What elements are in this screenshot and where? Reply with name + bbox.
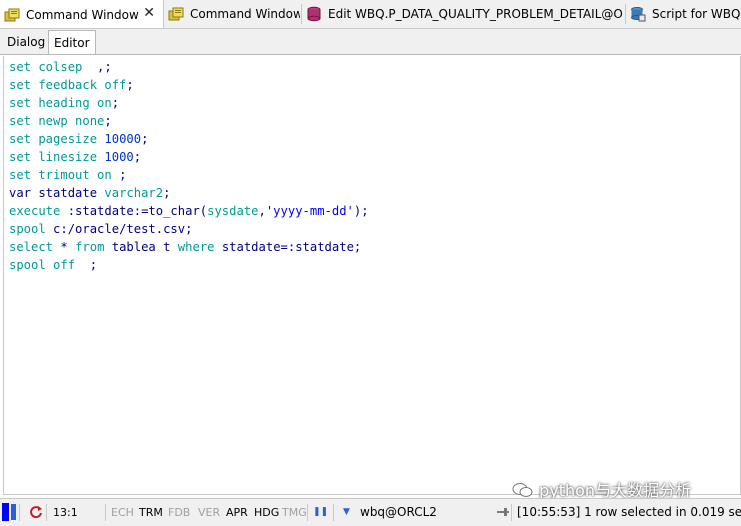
- toggle-trm[interactable]: TRM: [139, 499, 163, 526]
- code-lines: set colsep ,; set feedback off; set headin…: [9, 58, 369, 274]
- cursor-position: 13:1: [53, 506, 78, 519]
- code-token: spool: [9, 222, 54, 236]
- code-token: set pagesize: [9, 132, 105, 146]
- script-icon: [630, 6, 646, 22]
- code-token: ;: [126, 78, 134, 92]
- code-token: );: [353, 204, 369, 218]
- code-line[interactable]: execute :statdate:=to_char(sysdate,'yyyy…: [9, 202, 369, 220]
- code-line[interactable]: select * from tablea t where statdate=:s…: [9, 238, 369, 256]
- code-line[interactable]: set colsep ,;: [9, 58, 369, 76]
- wechat-icon: [512, 483, 533, 497]
- code-line[interactable]: set feedback off;: [9, 76, 369, 94]
- code-token: ;: [163, 186, 171, 200]
- toggle-ech[interactable]: ECH: [111, 499, 134, 526]
- sql-editor[interactable]: set colsep ,; set feedback off; set headin…: [3, 56, 741, 495]
- code-token: set colsep: [9, 60, 90, 74]
- tab-label: Edit WBQ.P_DATA_QUALITY_PROBLEM_DETAIL@O…: [328, 7, 624, 21]
- document-tab-strip: Command Window ✕ Command Window Edit WBQ…: [0, 0, 741, 29]
- tab-script[interactable]: Script for WBQ.P: [626, 0, 741, 28]
- connection-label[interactable]: wbq@ORCL2: [360, 499, 437, 526]
- toggle-fdb[interactable]: FDB: [168, 499, 190, 526]
- code-token: ,;: [89, 60, 112, 74]
- tab-dialog[interactable]: Dialog: [2, 32, 50, 53]
- view-tab-strip: Dialog Editor: [0, 29, 741, 55]
- code-token: set linesize: [9, 150, 105, 164]
- execution-indicator: [2, 503, 9, 521]
- code-token: 10000: [104, 132, 142, 146]
- code-token: ;: [119, 168, 127, 182]
- code-token: spool off: [9, 258, 76, 272]
- execution-indicator-secondary: [11, 504, 16, 520]
- status-bar: 13:1 ECH TRM FDB VER APR HDG TMG ❚❚ ▼ wb…: [0, 498, 741, 526]
- pin-icon[interactable]: [496, 499, 510, 526]
- code-token: statdate=:statdate;: [221, 240, 362, 254]
- tab-editor[interactable]: Editor: [48, 30, 96, 55]
- table-edit-icon: [306, 6, 322, 22]
- code-token: execute: [9, 204, 68, 218]
- code-token: set feedback off: [9, 78, 127, 92]
- code-token: select: [9, 240, 61, 254]
- code-token: where: [177, 240, 222, 254]
- code-token: :statdate:=to_char(: [67, 204, 208, 218]
- tab-label: Command Window: [190, 7, 300, 21]
- tab-command-window-2[interactable]: Command Window: [164, 0, 300, 28]
- code-token: ;: [133, 150, 142, 164]
- code-token: tablea t: [111, 240, 178, 254]
- code-token: ;: [111, 96, 120, 110]
- code-line[interactable]: set heading on;: [9, 94, 369, 112]
- command-window-icon: [4, 7, 20, 23]
- tab-label: Script for WBQ.P: [652, 7, 741, 21]
- refresh-icon[interactable]: [29, 499, 43, 526]
- code-token: var statdate: [9, 186, 105, 200]
- code-line[interactable]: set trimout on ;: [9, 166, 369, 184]
- code-token: ;: [104, 114, 112, 128]
- code-token: ;: [141, 132, 149, 146]
- code-token: ;: [75, 258, 98, 272]
- status-message: [10:55:53] 1 row selected in 0.019 secon…: [517, 505, 741, 519]
- code-line[interactable]: spool off ;: [9, 256, 369, 274]
- code-token: *: [60, 240, 76, 254]
- tab-edit-table[interactable]: Edit WBQ.P_DATA_QUALITY_PROBLEM_DETAIL@O…: [302, 0, 624, 28]
- code-token: ,: [258, 204, 266, 218]
- code-line[interactable]: set pagesize 10000;: [9, 130, 369, 148]
- toggle-tmg[interactable]: TMG: [282, 499, 307, 526]
- chevron-down-icon[interactable]: ▼: [343, 499, 350, 526]
- pause-icon[interactable]: ❚❚: [313, 499, 328, 526]
- code-token: set newp none: [9, 114, 105, 128]
- toggle-apr[interactable]: APR: [226, 499, 248, 526]
- tab-command-window-1[interactable]: Command Window ✕: [0, 0, 164, 28]
- code-line[interactable]: spool c:/oracle/test.csv;: [9, 220, 369, 238]
- close-icon[interactable]: ✕: [143, 5, 155, 21]
- code-token: set heading on: [9, 96, 112, 110]
- code-token: c:/oracle/test.csv;: [53, 222, 193, 236]
- code-line[interactable]: set linesize 1000;: [9, 148, 369, 166]
- code-token: sysdate: [207, 204, 259, 218]
- code-line[interactable]: set newp none;: [9, 112, 369, 130]
- code-token: 'yyyy-mm-dd': [265, 204, 354, 218]
- toggle-ver[interactable]: VER: [198, 499, 220, 526]
- code-token: 1000: [104, 150, 134, 164]
- tab-label: Command Window: [26, 7, 139, 22]
- code-token: from: [75, 240, 112, 254]
- divider: [0, 54, 741, 55]
- toggle-hdg[interactable]: HDG: [254, 499, 279, 526]
- code-token: set trimout on: [9, 168, 120, 182]
- command-window-icon: [168, 6, 184, 22]
- code-line[interactable]: var statdate varchar2;: [9, 184, 369, 202]
- code-token: varchar2: [104, 186, 164, 200]
